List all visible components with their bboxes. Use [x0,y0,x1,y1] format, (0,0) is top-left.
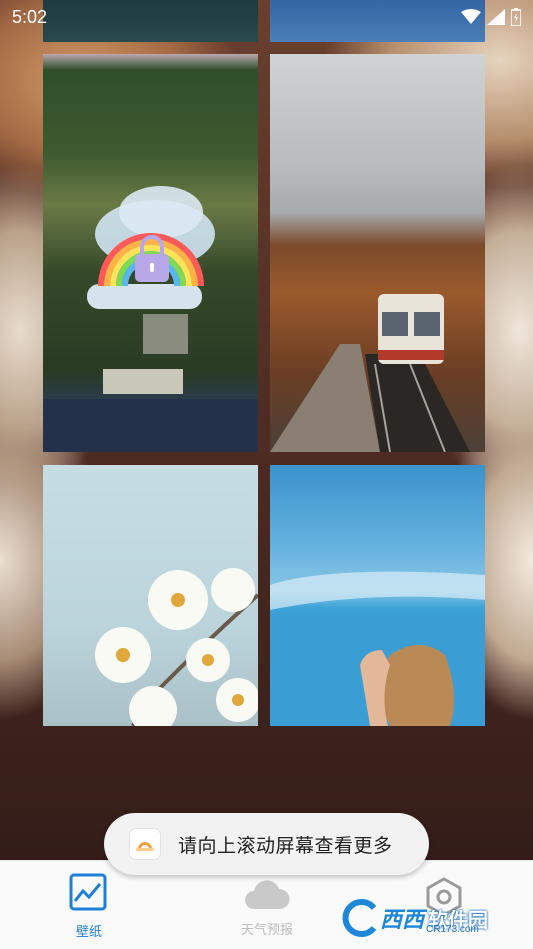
status-time: 5:02 [12,7,48,27]
wallpaper-thumbnail-blossoms[interactable] [43,465,258,726]
wallpaper-thumbnail-funicular[interactable] [270,54,485,452]
wallpaper-thumbnail-lakeside-castle[interactable] [43,54,258,452]
image-icon [69,873,107,911]
funicular-scene [270,294,470,452]
scroll-hint-toast: 请向上滚动屏幕查看更多 [104,813,429,875]
battery-icon [511,8,521,26]
toast-message: 请向上滚动屏幕查看更多 [178,835,393,857]
blossom-scene [95,568,258,726]
watermark-brand: 西西 [380,907,425,932]
nav-tab-wallpaper-label: 壁纸 [75,924,102,939]
wifi-icon [461,9,481,24]
wallpaper-thumbnail-ocean-woman[interactable] [270,465,485,726]
nav-tab-weather-label: 天气预报 [240,922,293,937]
site-watermark: 西西 软件园 CR173.com [340,896,516,940]
signal-icon [487,9,505,25]
watermark-logo-icon [342,899,377,937]
app-icon [130,829,160,859]
ocean-scene [270,571,485,726]
cloud-icon [245,880,290,909]
rainbow-lock-icon [87,186,215,309]
status-icons [461,8,521,26]
lakeside-scene [43,186,258,452]
watermark-domain: CR173.com [426,924,479,935]
status-bar: 5:02 [0,0,533,36]
